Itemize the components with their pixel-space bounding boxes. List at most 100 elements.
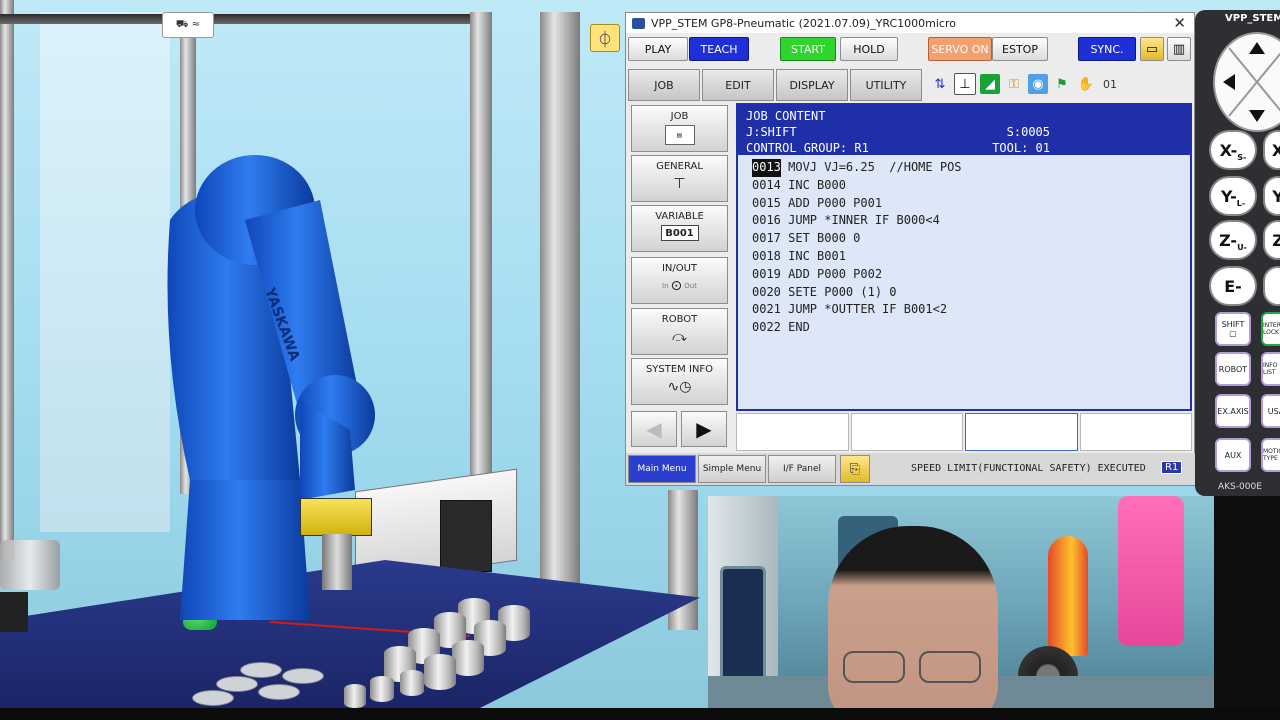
pendant-bottom-bar: Main Menu Simple Menu I/F Panel ⎘ SPEED …: [626, 453, 1196, 485]
job-menu[interactable]: JOB: [628, 69, 700, 101]
job-name: J:SHIFT: [746, 125, 797, 139]
job-line[interactable]: 0019 ADD P000 P002: [752, 266, 1190, 284]
part-cylinder: [344, 684, 366, 708]
e-minus-key[interactable]: E-: [1209, 266, 1257, 306]
scene-tool-icon[interactable]: ⛟ ≈: [162, 12, 214, 38]
job-line[interactable]: 0013 MOVJ VJ=6.25 //HOME POS: [752, 159, 1190, 177]
job-line[interactable]: 0017 SET B000 0: [752, 230, 1190, 248]
info-list-key[interactable]: INFO LIST: [1261, 352, 1280, 386]
input-buffer-4[interactable]: [1079, 413, 1192, 451]
part-disc: [192, 690, 234, 706]
variable-badge: B001: [660, 225, 699, 241]
job-content-panel[interactable]: JOB CONTENT J:SHIFT S:0005 CONTROL GROUP…: [736, 103, 1192, 411]
job-line[interactable]: 0015 ADD P000 P001: [752, 195, 1190, 213]
simple-menu-tab[interactable]: Simple Menu: [698, 455, 766, 483]
servo-on-button[interactable]: SERVO ON: [928, 37, 992, 61]
start-button[interactable]: START: [780, 37, 836, 61]
y-minus-key[interactable]: Y- L-: [1209, 176, 1257, 216]
side-variable-button[interactable]: VARIABLE B001: [631, 205, 728, 252]
line-text: INC B000: [780, 177, 846, 192]
shift-square-icon: ▢: [1229, 329, 1237, 338]
job-line[interactable]: 0021 JUMP *OUTTER IF B001<2: [752, 301, 1190, 319]
input-buffer-2[interactable]: [850, 413, 963, 451]
window-title: VPP_STEM GP8-Pneumatic (2021.07.09)_YRC1…: [651, 16, 956, 30]
line-number: 0019: [752, 266, 781, 281]
trash-icon[interactable]: ▥: [1167, 37, 1191, 61]
robot-key[interactable]: ROBOT: [1215, 352, 1251, 386]
side-job-label: JOB: [670, 111, 689, 122]
input-buffer-1[interactable]: [736, 413, 849, 451]
app-icon: [632, 17, 645, 29]
usa-key[interactable]: USA: [1261, 394, 1280, 428]
line-text: JUMP *INNER IF B000<4: [780, 213, 940, 228]
side-general-button[interactable]: GENERAL ⊤: [631, 155, 728, 202]
next-arrow-icon[interactable]: ▶: [681, 411, 727, 447]
webcam-feed: [708, 496, 1214, 708]
frame-post-right-b: [540, 12, 580, 592]
job-line[interactable]: 0016 JUMP *INNER IF B000<4: [752, 212, 1190, 230]
interlock-key[interactable]: INTER LOCK: [1261, 312, 1280, 346]
estop-button[interactable]: ESTOP: [992, 37, 1048, 61]
arm-icon: ⇅: [934, 76, 946, 92]
ex-axis-key[interactable]: EX.AXIS: [1215, 394, 1251, 428]
screen-bottom-bar: [0, 708, 1280, 720]
edit-menu[interactable]: EDIT: [702, 69, 774, 101]
side-job-button[interactable]: JOB ▤: [631, 105, 728, 152]
control-group-badge: R1: [1161, 461, 1183, 474]
job-header: JOB CONTENT J:SHIFT S:0005 CONTROL GROUP…: [738, 105, 1190, 155]
dpad-arrows-icon: [1223, 42, 1280, 122]
part-cylinder-left: [0, 540, 60, 590]
main-menu-tab[interactable]: Main Menu: [628, 455, 696, 483]
control-group: CONTROL GROUP: R1: [746, 141, 869, 155]
side-in-out-label: IN/OUT: [661, 263, 698, 274]
coordinate-frame-icon[interactable]: ⏀: [590, 24, 620, 52]
utility-menu[interactable]: UTILITY: [850, 69, 922, 101]
part-disc: [282, 668, 324, 684]
folder-icon[interactable]: ▭: [1140, 37, 1164, 61]
io-icon: In ⊙ Out: [662, 278, 697, 294]
display-menu[interactable]: DISPLAY: [776, 69, 848, 101]
part-cylinder: [400, 670, 424, 696]
close-icon[interactable]: ✕: [1173, 14, 1186, 32]
tool-number: TOOL: 01: [992, 141, 1050, 155]
job-line[interactable]: 0014 INC B000: [752, 177, 1190, 195]
line-number: 0021: [752, 302, 781, 317]
part-cylinder: [452, 640, 484, 676]
previous-arrow-icon[interactable]: ◀: [631, 411, 677, 447]
line-number: 0016: [752, 213, 781, 228]
cursor-dpad[interactable]: [1213, 32, 1280, 132]
robot-key-label: ROBOT: [1218, 364, 1248, 374]
notes-icon[interactable]: ⎘: [840, 455, 870, 483]
shift-key[interactable]: SHIFT ▢: [1215, 312, 1251, 346]
aux-key[interactable]: AUX: [1215, 438, 1251, 472]
job-line[interactable]: 0018 INC B001: [752, 248, 1190, 266]
part-cylinder: [370, 676, 394, 702]
interlock-label: INTER LOCK: [1263, 322, 1280, 336]
side-robot-button[interactable]: ROBOT ⤼: [631, 308, 728, 355]
teach-button[interactable]: TEACH: [689, 37, 749, 61]
step-number: S:0005: [1006, 125, 1050, 139]
if-panel-tab[interactable]: I/F Panel: [768, 455, 836, 483]
io-out-label: Out: [684, 282, 697, 290]
motion-type-key[interactable]: MOTION TYPE: [1261, 438, 1280, 472]
hold-button[interactable]: HOLD: [840, 37, 898, 61]
info-list-label: INFO LIST: [1263, 362, 1278, 376]
x-minus-key[interactable]: X- S-: [1209, 130, 1257, 170]
input-buffer-3[interactable]: [965, 413, 1078, 451]
z-minus-key[interactable]: Z- U-: [1209, 220, 1257, 260]
side-in-out-button[interactable]: IN/OUT In ⊙ Out: [631, 257, 728, 304]
robot-icon: ⤼: [672, 329, 687, 345]
job-line[interactable]: 0022 END: [752, 319, 1190, 337]
play-button[interactable]: PLAY: [628, 37, 688, 61]
io-in-label: In: [662, 282, 669, 290]
z-plus-key[interactable]: Z: [1263, 220, 1280, 260]
sync-button[interactable]: SYNC.: [1078, 37, 1136, 61]
e-plus-key[interactable]: [1263, 266, 1280, 306]
job-line[interactable]: 0020 SETE P000 (1) 0: [752, 284, 1190, 302]
side-system-info-button[interactable]: SYSTEM INFO ∿◷: [631, 358, 728, 405]
y-plus-key[interactable]: Y: [1263, 176, 1280, 216]
line-number: 0018: [752, 248, 781, 263]
robot-arm[interactable]: YASKAWA: [150, 150, 390, 630]
line-text: END: [780, 320, 810, 335]
x-plus-key[interactable]: X: [1263, 130, 1280, 170]
